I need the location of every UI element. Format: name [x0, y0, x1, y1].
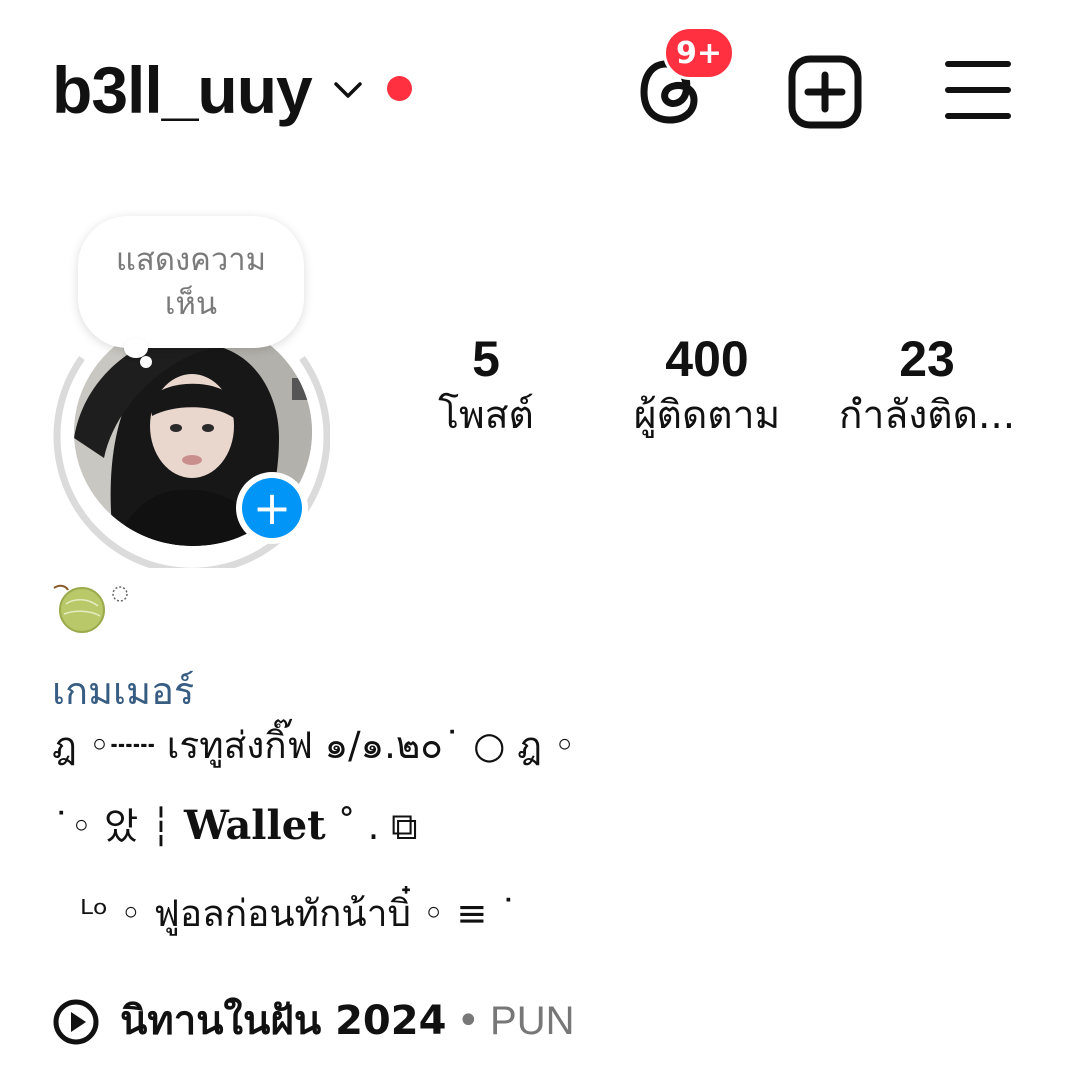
play-circle-icon[interactable] — [52, 998, 100, 1046]
following-stat[interactable]: 23 กำลังติด... — [812, 330, 1042, 444]
note-bubble-tail-dot — [140, 356, 152, 368]
following-label: กำลังติด... — [838, 393, 1016, 438]
plus-icon: + — [242, 478, 302, 538]
note-bubble[interactable]: แสดงความเห็น — [78, 216, 304, 348]
music-separator: • — [456, 998, 481, 1044]
hamburger-menu-icon[interactable] — [944, 58, 1012, 122]
profile-category: เกมเมอร์ — [52, 669, 195, 713]
notification-badge: 9+ — [663, 26, 735, 80]
profile-music[interactable]: นิทานในฝัน 2024 • PUN — [120, 994, 574, 1048]
bio-prefix: ˙◦ 았 ┆ — [52, 805, 184, 848]
bio-line: ฎ ◦┄┄ เรทูส่งกิ๊ฟ ๑/๑.๒๐˙ ○ ฎ ◦ — [52, 724, 576, 767]
note-text: แสดงความเห็น — [115, 242, 267, 322]
unread-dot — [387, 76, 412, 101]
followers-count: 400 — [665, 331, 749, 387]
posts-stat[interactable]: 5 โพสต์ — [371, 330, 601, 444]
bio-wallet-word: Wallet — [183, 802, 326, 849]
melon-icon — [53, 584, 128, 633]
username[interactable]: b3ll_uuy — [52, 52, 313, 128]
chevron-down-icon[interactable] — [332, 78, 364, 102]
followers-stat[interactable]: 400 ผู้ติดตาม — [592, 330, 822, 444]
music-artist: PUN — [490, 999, 575, 1043]
following-count: 23 — [899, 331, 955, 387]
music-title: นิทานในฝัน 2024 — [120, 998, 447, 1044]
posts-count: 5 — [472, 331, 500, 387]
posts-label: โพสต์ — [438, 393, 534, 438]
bio-line: ˙◦ 았 ┆ Wallet ˚ . ⧉ — [52, 800, 418, 853]
bio-suffix: ˚ . ⧉ — [325, 805, 418, 848]
plus-square-icon[interactable] — [787, 54, 863, 130]
followers-label: ผู้ติดตาม — [633, 393, 781, 438]
bio-line: ᴸᵒ ◦ ฟูอลก่อนทักน้าบิ๋ ◦ ≡ ˙ — [80, 892, 518, 935]
note-bubble-tail — [124, 338, 148, 358]
add-story-button[interactable]: + — [236, 472, 308, 544]
